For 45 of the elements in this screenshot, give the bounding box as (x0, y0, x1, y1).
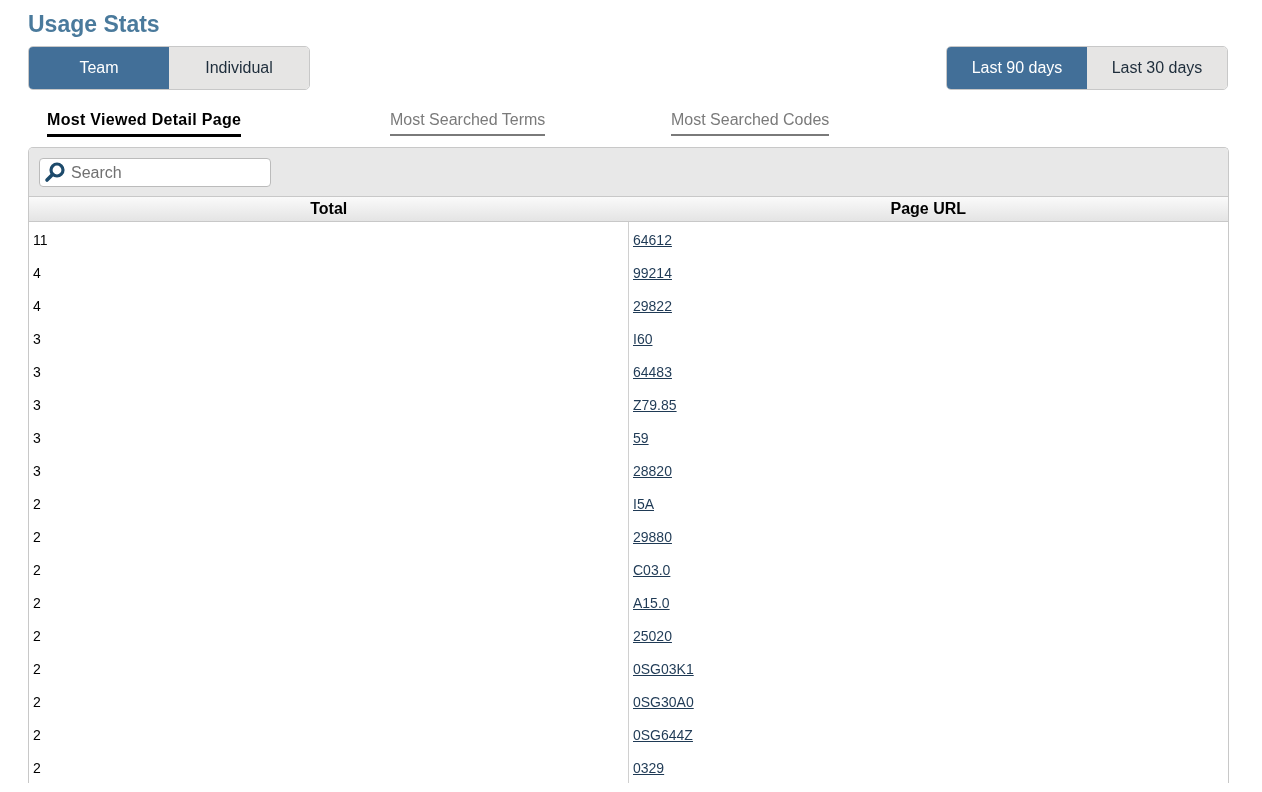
page-link[interactable]: I60 (633, 331, 653, 347)
page-link[interactable]: 25020 (633, 628, 672, 644)
toggle-button[interactable]: Last 90 days (947, 47, 1087, 89)
page-link[interactable]: 59 (633, 430, 649, 446)
toggle-button[interactable]: Individual (169, 47, 309, 89)
tab[interactable]: Most Searched Terms (390, 111, 546, 136)
page-link[interactable]: 0SG30A0 (633, 694, 694, 710)
page-title: Usage Stats (28, 10, 161, 39)
page-link[interactable]: 64612 (633, 232, 672, 249)
page-link[interactable]: C03.0 (633, 562, 671, 578)
total-count: 3 (33, 430, 41, 446)
page-link[interactable]: 0329 (633, 760, 665, 776)
total-count: 2 (33, 760, 41, 776)
column-header: Page URL (628, 197, 1228, 222)
total-count: 2 (33, 727, 41, 743)
total-count: 3 (33, 331, 41, 347)
total-count: 11 (33, 232, 48, 249)
page-link[interactable]: 29880 (633, 529, 672, 545)
page-link[interactable]: Z79.85 (633, 397, 677, 413)
total-count: 2 (33, 628, 41, 644)
total-count: 2 (33, 562, 41, 578)
total-count: 2 (33, 694, 41, 710)
tab[interactable]: Most Viewed Detail Page (47, 111, 242, 137)
total-count: 2 (33, 496, 41, 512)
page-link[interactable]: 0SG03K1 (633, 661, 694, 677)
total-count: 3 (33, 397, 41, 413)
page-link[interactable]: 64483 (633, 364, 672, 380)
total-count: 2 (33, 529, 41, 545)
page-link[interactable]: 99214 (633, 265, 672, 281)
page-link[interactable]: 29822 (633, 298, 672, 314)
total-count: 3 (33, 463, 41, 479)
column-header: Total (29, 197, 629, 222)
toggle-button[interactable]: Team (29, 47, 169, 89)
tab[interactable]: Most Searched Codes (671, 111, 830, 136)
total-count: 3 (33, 364, 41, 380)
total-count: 4 (33, 265, 41, 281)
search-field[interactable]: Search (39, 158, 271, 187)
total-count: 2 (33, 595, 41, 611)
page-link[interactable]: 28820 (633, 463, 672, 479)
total-count: 4 (33, 298, 41, 314)
page-link[interactable]: A15.0 (633, 595, 670, 611)
page-link[interactable]: 0SG644Z (633, 727, 693, 743)
page-link[interactable]: I5A (633, 496, 654, 512)
total-count: 2 (33, 661, 41, 677)
toggle-button[interactable]: Last 30 days (1087, 47, 1227, 89)
